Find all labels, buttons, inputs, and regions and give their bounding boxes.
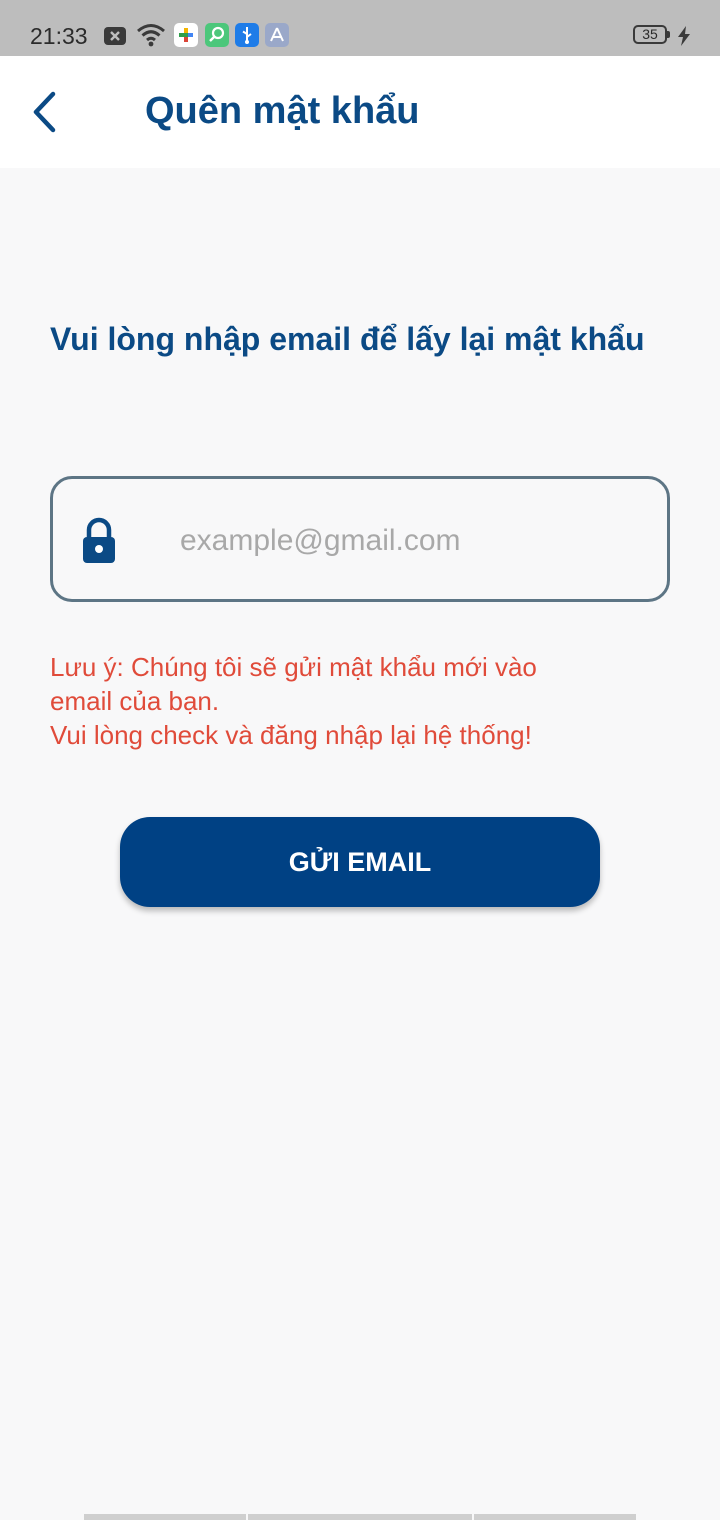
instruction-text: Vui lòng nhập email để lấy lại mật khẩu <box>50 321 645 357</box>
nav-hint-left <box>84 1514 246 1520</box>
header-bar: Quên mật khẩu <box>0 56 720 168</box>
tools-icon <box>265 23 289 47</box>
battery-cap <box>667 31 670 38</box>
note-line-2: email của bạn. <box>50 686 220 716</box>
nav-hint-right <box>474 1514 636 1520</box>
back-button[interactable] <box>24 86 68 138</box>
notification-x-icon <box>104 27 126 45</box>
page-title: Quên mật khẩu <box>145 90 420 132</box>
search-app-icon <box>205 23 229 47</box>
email-input[interactable] <box>178 509 642 573</box>
note-line-3: Vui lòng check và đăng nhập lại hệ thống… <box>50 720 532 750</box>
status-time: 21:33 <box>30 23 88 49</box>
send-email-button[interactable]: GỬI EMAIL <box>120 817 600 907</box>
usb-icon <box>235 23 259 47</box>
note-line-1: Lưu ý: Chúng tôi sẽ gửi mật khẩu mới vào <box>50 652 537 682</box>
nav-hint-center <box>248 1514 472 1520</box>
email-field[interactable] <box>50 476 670 602</box>
battery-indicator: 35 <box>633 25 667 44</box>
lock-icon <box>83 517 115 563</box>
wifi-icon <box>137 24 165 47</box>
status-bar: 21:33 35 <box>0 0 720 56</box>
charging-icon <box>678 26 690 46</box>
warning-note: Lưu ý: Chúng tôi sẽ gửi mật khẩu mới vào… <box>50 650 670 752</box>
chevron-left-icon <box>33 91 56 133</box>
app-store-icon <box>174 23 198 47</box>
